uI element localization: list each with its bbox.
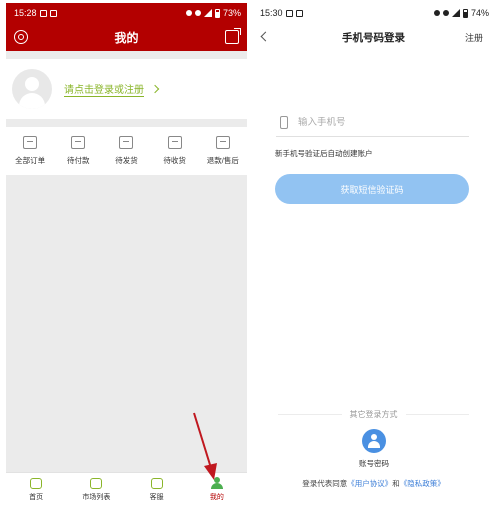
register-link[interactable]: 注册	[465, 31, 483, 44]
status-bar: 15:30 74%	[252, 3, 495, 23]
status-time: 15:28	[14, 8, 37, 18]
refund-icon	[215, 136, 230, 149]
order-pending-receipt[interactable]: 待收货	[152, 136, 198, 166]
tab-label: 客服	[149, 493, 164, 501]
chat-icon	[150, 477, 163, 489]
status-time: 15:30	[260, 8, 283, 18]
agreement-and: 和	[392, 479, 400, 488]
person-icon	[210, 477, 223, 489]
order-pending-shipment[interactable]: 待发货	[103, 136, 149, 166]
get-sms-code-button[interactable]: 获取短信验证码	[275, 174, 469, 204]
privacy-policy-link[interactable]: 《隐私政策》	[400, 479, 445, 488]
password-login-option[interactable]: 账号密码	[359, 429, 389, 469]
profile-card[interactable]: 请点击登录或注册	[6, 59, 247, 119]
agreement-text: 登录代表同意《用户协议》和《隐私政策》	[252, 478, 495, 489]
agreement-prefix: 登录代表同意	[302, 479, 348, 488]
battery-level: 73%	[222, 8, 241, 18]
app-header: 我的	[6, 23, 247, 51]
tab-market-list[interactable]: 市场列表	[71, 477, 121, 502]
order-pending-payment[interactable]: 待付款	[55, 136, 101, 166]
order-label: 退款/售后	[206, 156, 239, 165]
battery-level: 74%	[470, 8, 489, 18]
tab-home[interactable]: 首页	[11, 477, 61, 502]
image-icon	[49, 9, 57, 17]
image-icon	[295, 9, 303, 17]
order-label: 待发货	[115, 156, 138, 165]
left-phone-screen: 15:28 73% 我的 请点击登录或注册 全部订单 待付款 待发货 待收货 退…	[6, 3, 247, 506]
alarm-icon	[433, 10, 440, 16]
phone-number-row	[276, 109, 469, 137]
tab-label: 市场列表	[82, 493, 111, 501]
location-icon	[194, 10, 201, 16]
right-phone-screen: 15:30 74% 手机号码登录 注册 新手机号验证后自动创建账户 获取短信验证…	[252, 3, 495, 506]
battery-icon	[462, 8, 468, 18]
home-icon	[30, 477, 43, 489]
status-bar: 15:28 73%	[6, 3, 247, 23]
tab-mine[interactable]: 我的	[192, 477, 242, 502]
other-login-methods-divider: 其它登录方式	[278, 409, 469, 420]
order-label: 全部订单	[15, 156, 46, 165]
order-all[interactable]: 全部订单	[7, 136, 53, 166]
tab-label: 我的	[209, 494, 224, 501]
wallet-icon	[71, 136, 86, 149]
settings-gear-icon[interactable]	[14, 30, 28, 44]
page-title: 我的	[114, 30, 139, 45]
share-icon[interactable]	[225, 28, 241, 44]
password-login-label: 账号密码	[359, 459, 389, 468]
other-login-label: 其它登录方式	[349, 410, 398, 419]
order-label: 待付款	[67, 156, 90, 165]
notification-icon	[285, 9, 293, 17]
page-title: 手机号码登录	[342, 31, 405, 44]
user-account-icon[interactable]	[362, 429, 386, 453]
package-icon	[119, 136, 134, 149]
tab-customer-service[interactable]: 客服	[132, 477, 182, 502]
phone-number-input[interactable]	[298, 117, 448, 128]
alarm-icon	[185, 10, 192, 16]
location-icon	[442, 10, 449, 16]
tab-label: 首页	[29, 493, 44, 501]
notification-icon	[39, 9, 47, 17]
login-header: 手机号码登录 注册	[252, 23, 495, 51]
market-icon	[90, 477, 103, 489]
battery-icon	[214, 8, 220, 18]
order-shortcuts: 全部订单 待付款 待发货 待收货 退款/售后	[6, 127, 247, 175]
divider-line	[405, 414, 469, 415]
order-label: 待收货	[163, 156, 186, 165]
mobile-phone-icon	[280, 116, 288, 129]
order-refund[interactable]: 退款/售后	[200, 136, 246, 166]
bottom-tab-bar: 首页 市场列表 客服 我的	[6, 472, 247, 506]
back-chevron-icon[interactable]	[260, 31, 271, 42]
divider-line	[278, 414, 342, 415]
signal-icon	[203, 9, 212, 17]
auto-create-hint: 新手机号验证后自动创建账户	[275, 149, 373, 158]
user-agreement-link[interactable]: 《用户协议》	[347, 479, 392, 488]
chevron-right-icon	[150, 84, 160, 94]
login-register-link[interactable]: 请点击登录或注册	[64, 81, 144, 97]
avatar[interactable]	[12, 69, 52, 109]
list-icon	[23, 136, 38, 149]
truck-icon	[167, 136, 182, 149]
signal-icon	[451, 9, 460, 17]
